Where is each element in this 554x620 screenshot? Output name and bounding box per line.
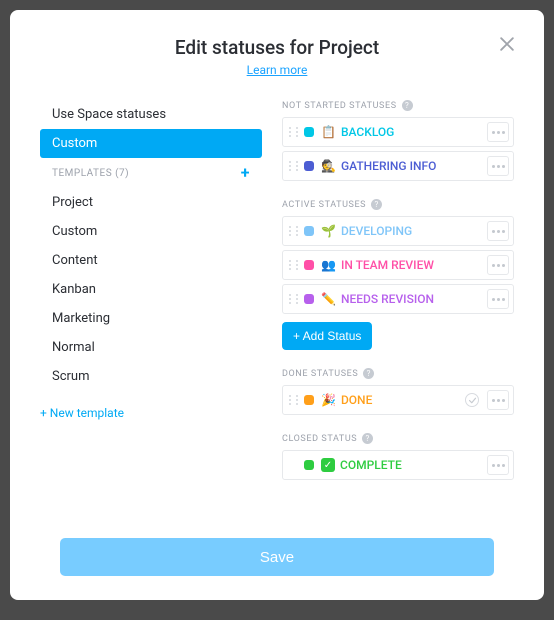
status-more-button[interactable] <box>487 156 509 176</box>
status-label: COMPLETE <box>340 458 483 472</box>
status-label: DONE <box>341 393 465 407</box>
status-emoji: 📋 <box>321 125 336 139</box>
done-check-icon[interactable] <box>465 393 479 407</box>
modal-header: Edit statuses for Project Learn more <box>40 36 514 78</box>
status-label: GATHERING INFO <box>341 159 483 173</box>
template-item[interactable]: Custom <box>40 217 262 246</box>
status-color-chip <box>304 127 314 137</box>
modal-title: Edit statuses for Project <box>40 36 514 59</box>
drag-handle-icon[interactable] <box>289 294 298 304</box>
template-item[interactable]: Content <box>40 246 262 275</box>
status-type-sidebar: Use Space statuses Custom TEMPLATES (7) … <box>40 100 262 498</box>
status-label: DEVELOPING <box>341 224 483 238</box>
status-label: NEEDS REVISION <box>341 292 483 306</box>
status-row[interactable]: 🌱 DEVELOPING <box>282 216 514 246</box>
help-icon[interactable]: ? <box>371 199 382 210</box>
status-row[interactable]: 🎉 DONE <box>282 385 514 415</box>
new-template-link[interactable]: + New template <box>40 399 262 427</box>
closed-header: CLOSED STATUS ? <box>282 433 514 444</box>
active-section: ACTIVE STATUSES ? 🌱 DEVELOPING 👥 IN TEAM RE… <box>282 199 514 350</box>
help-icon[interactable]: ? <box>402 100 413 111</box>
add-status-button[interactable]: + Add Status <box>282 322 372 350</box>
status-color-chip <box>304 294 314 304</box>
closed-section: CLOSED STATUS ? ✓ COMPLETE <box>282 433 514 480</box>
status-more-button[interactable] <box>487 122 509 142</box>
modal-content: Use Space statuses Custom TEMPLATES (7) … <box>40 100 514 498</box>
status-more-button[interactable] <box>487 255 509 275</box>
done-section: DONE STATUSES ? 🎉 DONE <box>282 368 514 415</box>
drag-handle-icon[interactable] <box>289 260 298 270</box>
status-row[interactable]: ✓ COMPLETE <box>282 450 514 480</box>
save-button[interactable]: Save <box>60 538 494 576</box>
status-more-button[interactable] <box>487 455 509 475</box>
status-color-chip <box>304 161 314 171</box>
drag-handle-icon[interactable] <box>289 161 298 171</box>
drag-handle-icon[interactable] <box>289 127 298 137</box>
status-more-button[interactable] <box>487 221 509 241</box>
templates-header-label: TEMPLATES (7) <box>52 168 129 179</box>
status-row[interactable]: ✏️ NEEDS REVISION <box>282 284 514 314</box>
help-icon[interactable]: ? <box>362 433 373 444</box>
close-button[interactable] <box>496 34 518 56</box>
status-more-button[interactable] <box>487 390 509 410</box>
status-emoji: 🌱 <box>321 224 336 238</box>
custom-statuses-option[interactable]: Custom <box>40 129 262 158</box>
drag-handle-icon[interactable] <box>289 395 298 405</box>
drag-handle-icon[interactable] <box>289 226 298 236</box>
status-color-chip <box>304 460 314 470</box>
learn-more-link[interactable]: Learn more <box>247 63 308 77</box>
template-item[interactable]: Scrum <box>40 362 262 391</box>
status-color-chip <box>304 226 314 236</box>
use-space-statuses-option[interactable]: Use Space statuses <box>40 100 262 129</box>
status-emoji: 🎉 <box>321 393 336 407</box>
status-row[interactable]: 📋 BACKLOG <box>282 117 514 147</box>
template-item[interactable]: Marketing <box>40 304 262 333</box>
done-header: DONE STATUSES ? <box>282 368 514 379</box>
status-row[interactable]: 🕵️ GATHERING INFO <box>282 151 514 181</box>
edit-statuses-modal: Edit statuses for Project Learn more Use… <box>10 10 544 600</box>
status-label: IN TEAM REVIEW <box>341 258 483 272</box>
close-icon <box>497 34 517 54</box>
status-row[interactable]: 👥 IN TEAM REVIEW <box>282 250 514 280</box>
status-emoji: 👥 <box>321 258 336 272</box>
templates-header: TEMPLATES (7) + <box>40 158 262 188</box>
statuses-panel: NOT STARTED STATUSES ? 📋 BACKLOG 🕵️ GATHERI… <box>282 100 514 498</box>
status-emoji: ✏️ <box>321 292 336 306</box>
not-started-header: NOT STARTED STATUSES ? <box>282 100 514 111</box>
status-emoji: 🕵️ <box>321 159 336 173</box>
status-more-button[interactable] <box>487 289 509 309</box>
status-color-chip <box>304 260 314 270</box>
help-icon[interactable]: ? <box>363 368 374 379</box>
template-item[interactable]: Normal <box>40 333 262 362</box>
checkmark-icon: ✓ <box>321 458 335 472</box>
status-label: BACKLOG <box>341 125 483 139</box>
status-color-chip <box>304 395 314 405</box>
not-started-section: NOT STARTED STATUSES ? 📋 BACKLOG 🕵️ GATHERI… <box>282 100 514 181</box>
active-header: ACTIVE STATUSES ? <box>282 199 514 210</box>
add-template-button[interactable]: + <box>241 165 250 181</box>
template-item[interactable]: Kanban <box>40 275 262 304</box>
template-item[interactable]: Project <box>40 188 262 217</box>
